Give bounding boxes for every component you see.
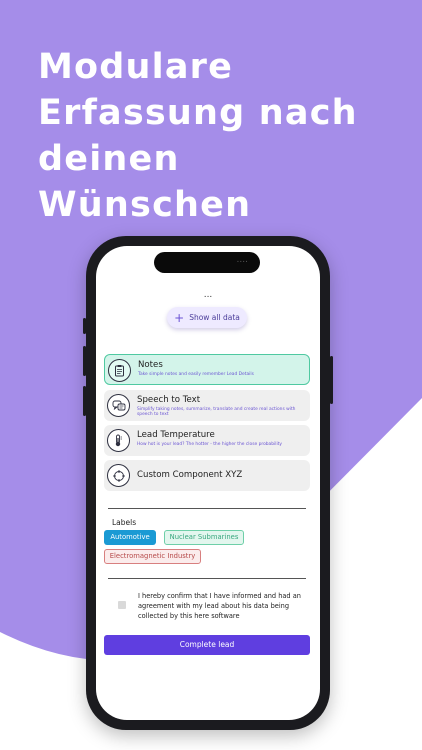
module-card-notes[interactable]: Notes Take simple notes and easily remem… xyxy=(104,354,310,385)
show-all-data-label: Show all data xyxy=(189,313,240,322)
phone-side-button-volume-down xyxy=(83,386,86,416)
phone-side-button-power xyxy=(330,356,333,404)
complete-lead-button[interactable]: Complete lead xyxy=(104,635,310,655)
module-card-speech-to-text[interactable]: Speech to Text Simplify taking notes, su… xyxy=(104,390,310,421)
thermometer-icon xyxy=(107,429,130,452)
speech-icon xyxy=(107,394,130,417)
section-divider xyxy=(108,508,306,509)
phone-side-button-silent xyxy=(83,318,86,334)
headline-line-3: deinen xyxy=(38,139,180,179)
label-chip-electromagnetic-industry[interactable]: Electromagnetic Industry xyxy=(104,549,201,564)
headline: Modulare Erfassung nach deinen Wünschen xyxy=(38,44,418,228)
headline-line-2: Erfassung nach xyxy=(38,93,358,133)
module-card-custom-component[interactable]: Custom Component XYZ xyxy=(104,460,310,491)
module-description: How hot is your lead? The hotter - the h… xyxy=(137,442,283,447)
label-chip-automotive[interactable]: Automotive xyxy=(104,530,156,545)
phone-screen: .... ... + Show all data Notes Take simp… xyxy=(96,246,320,720)
island-indicator: .... xyxy=(236,255,248,265)
confirm-checkbox[interactable] xyxy=(118,601,126,609)
more-options-dots[interactable]: ... xyxy=(96,290,320,300)
labels-heading: Labels xyxy=(112,518,137,527)
module-title: Lead Temperature xyxy=(137,430,215,440)
phone-side-button-volume-up xyxy=(83,346,86,376)
clipboard-icon xyxy=(108,359,131,382)
module-description: Take simple notes and easily remember Le… xyxy=(138,372,254,377)
confirmation-text: I hereby confirm that I have informed an… xyxy=(138,592,301,620)
module-title: Custom Component XYZ xyxy=(137,470,243,480)
headline-line-4: Wünschen xyxy=(38,185,252,225)
plus-icon: + xyxy=(174,310,185,325)
headline-line-1: Modulare xyxy=(38,47,234,87)
module-card-lead-temperature[interactable]: Lead Temperature How hot is your lead? T… xyxy=(104,425,310,456)
module-description: Simplify taking notes, summarize, transl… xyxy=(137,407,296,418)
module-title: Notes xyxy=(138,360,163,370)
show-all-data-button[interactable]: + Show all data xyxy=(167,307,247,328)
section-divider xyxy=(108,578,306,579)
module-title: Speech to Text xyxy=(137,395,201,405)
label-chip-nuclear-submarines[interactable]: Nuclear Submarines xyxy=(164,530,244,545)
dynamic-island: .... xyxy=(154,252,260,273)
crosshair-icon xyxy=(107,464,130,487)
